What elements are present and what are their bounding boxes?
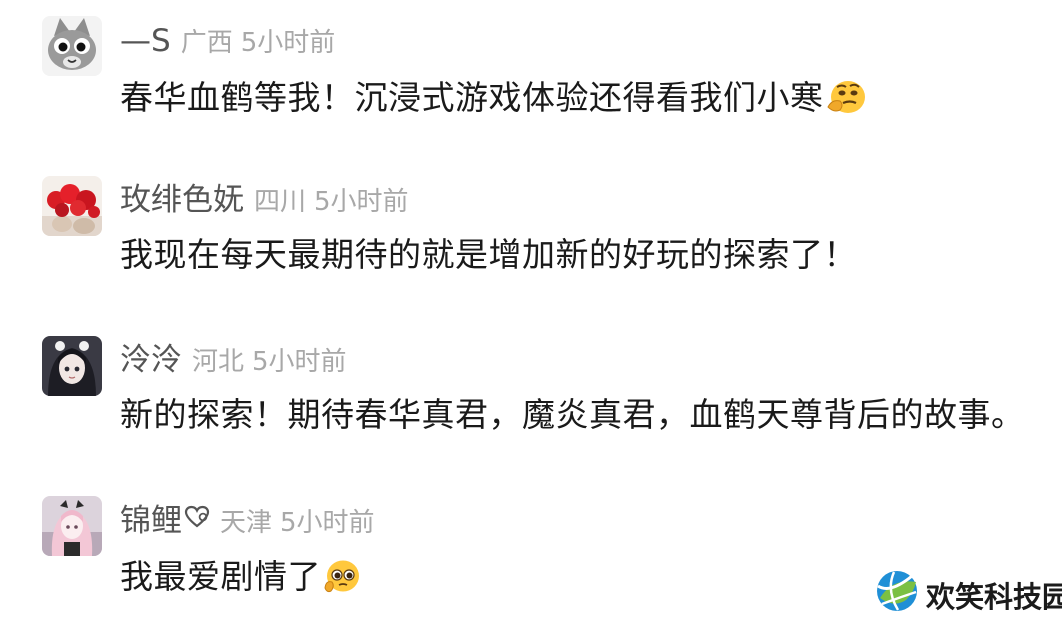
region-label: 四川 bbox=[254, 187, 307, 217]
comment-text: 我现在每天最期待的就是增加新的好玩的探索了！ bbox=[120, 235, 857, 274]
comment-text-row: 春华血鹤等我！沉浸式游戏体验还得看我们小寒 bbox=[120, 79, 866, 120]
comment-meta: 锦鲤 天津 5小时前 bbox=[120, 505, 375, 537]
avatar[interactable] bbox=[42, 16, 102, 76]
username[interactable]: 玫绯色妩 bbox=[120, 182, 244, 218]
timestamp: 5小时前 bbox=[240, 28, 336, 58]
username[interactable]: 泠泠 bbox=[120, 342, 182, 378]
timestamp: 5小时前 bbox=[252, 347, 347, 377]
watermark-text: 欢笑科技园 bbox=[926, 580, 1062, 614]
timestamp: 5小时前 bbox=[314, 187, 409, 217]
anime-girl-avatar bbox=[42, 336, 102, 396]
comment-text-row: 我最爱剧情了 bbox=[120, 558, 361, 599]
avatar[interactable] bbox=[42, 336, 102, 396]
username[interactable]: 锦鲤 bbox=[120, 503, 182, 539]
thinking-face-emoji bbox=[826, 79, 866, 120]
region-label: 天津 bbox=[220, 508, 273, 538]
red-flowers-avatar bbox=[42, 176, 102, 236]
region-label: 河北 bbox=[192, 347, 245, 377]
region-label: 广西 bbox=[180, 28, 233, 58]
pink-hair-girl-avatar bbox=[42, 496, 102, 556]
comment-text: 我最爱剧情了 bbox=[120, 557, 321, 596]
avatar[interactable] bbox=[42, 496, 102, 556]
heart-sparkle-icon bbox=[184, 505, 210, 532]
globe-logo-icon bbox=[872, 568, 922, 617]
username[interactable]: —S bbox=[120, 23, 171, 59]
avatar[interactable] bbox=[42, 176, 102, 236]
comment-meta: 玫绯色妩 四川 5小时前 bbox=[120, 185, 409, 216]
watermark: 欢笑科技园 bbox=[868, 566, 1062, 616]
pleading-face-emoji bbox=[323, 558, 361, 599]
comment-text: 新的探索！期待春华真君，魔炎真君，血鹤天尊背后的故事。 bbox=[120, 395, 1025, 434]
timestamp: 5小时前 bbox=[280, 508, 375, 538]
comment-meta: —S 广西 5小时前 bbox=[120, 26, 335, 57]
comment-meta: 泠泠 河北 5小时前 bbox=[120, 345, 347, 376]
comment-list: —S 广西 5小时前 春华血鹤等我！沉浸式游戏体验还得看我们小寒 玫绯色妩 四川… bbox=[0, 0, 1062, 617]
cartoon-cat-avatar bbox=[42, 16, 102, 76]
comment-text: 春华血鹤等我！沉浸式游戏体验还得看我们小寒 bbox=[120, 78, 824, 117]
